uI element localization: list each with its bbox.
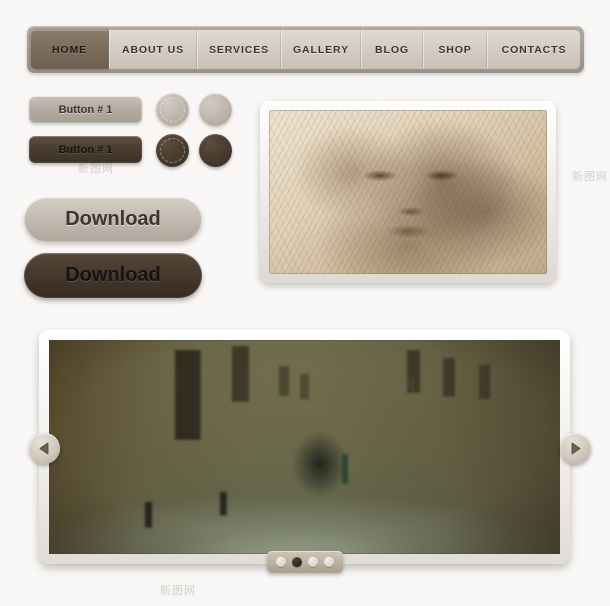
circle-button-light-plain[interactable] <box>199 93 232 126</box>
slider-image <box>49 340 560 554</box>
portrait-image-frame <box>260 101 556 283</box>
nav-item-gallery[interactable]: GALLERY <box>281 30 361 69</box>
button-one-light[interactable]: Button # 1 <box>29 96 142 123</box>
circle-button-dark-plain[interactable] <box>199 134 232 167</box>
nav-item-label: GALLERY <box>292 43 350 56</box>
slider-dot-3[interactable] <box>308 557 318 567</box>
button-one-dark[interactable]: Button # 1 <box>29 136 142 163</box>
download-button-dark[interactable]: Download <box>24 253 202 298</box>
nav-item-label: CONTACTS <box>501 43 567 56</box>
nav-item-about-us[interactable]: ABOUT US <box>109 30 197 69</box>
button-one-light-label: Button # 1 <box>58 103 113 116</box>
nav-item-blog[interactable]: BLOG <box>361 30 423 69</box>
watermark: 新图网 <box>160 584 196 597</box>
portrait-image <box>269 110 547 274</box>
slider-dot-1[interactable] <box>276 557 286 567</box>
chevron-right-icon <box>571 442 581 455</box>
download-button-light[interactable]: Download <box>24 197 202 242</box>
download-button-light-label: Download <box>65 208 161 230</box>
nav-item-home[interactable]: HOME <box>31 30 109 69</box>
circle-button-light-ringed[interactable] <box>156 93 189 126</box>
slider-pagination <box>267 551 343 573</box>
nav-item-label: SERVICES <box>208 43 270 56</box>
slider-next-button[interactable] <box>560 433 591 464</box>
slider-prev-button[interactable] <box>29 433 60 464</box>
nav-item-label: SHOP <box>438 43 472 56</box>
watermark: 新图网 <box>572 170 608 183</box>
nav-item-label: BLOG <box>375 43 409 56</box>
button-one-dark-label: Button # 1 <box>58 143 113 156</box>
circle-button-dark-ringed[interactable] <box>156 134 189 167</box>
main-navigation: HOME ABOUT US SERVICES GALLERY BLOG SHOP… <box>27 26 584 73</box>
chevron-left-icon <box>39 442 49 455</box>
nav-item-label: ABOUT US <box>121 43 185 56</box>
slider-dot-4[interactable] <box>324 557 334 567</box>
download-button-dark-label: Download <box>65 264 161 286</box>
nav-item-shop[interactable]: SHOP <box>423 30 487 69</box>
nav-item-contacts[interactable]: CONTACTS <box>487 30 580 69</box>
slider-dot-2[interactable] <box>292 557 302 567</box>
nav-item-services[interactable]: SERVICES <box>197 30 281 69</box>
image-slider-frame <box>39 330 570 564</box>
nav-item-label: HOME <box>51 43 88 56</box>
